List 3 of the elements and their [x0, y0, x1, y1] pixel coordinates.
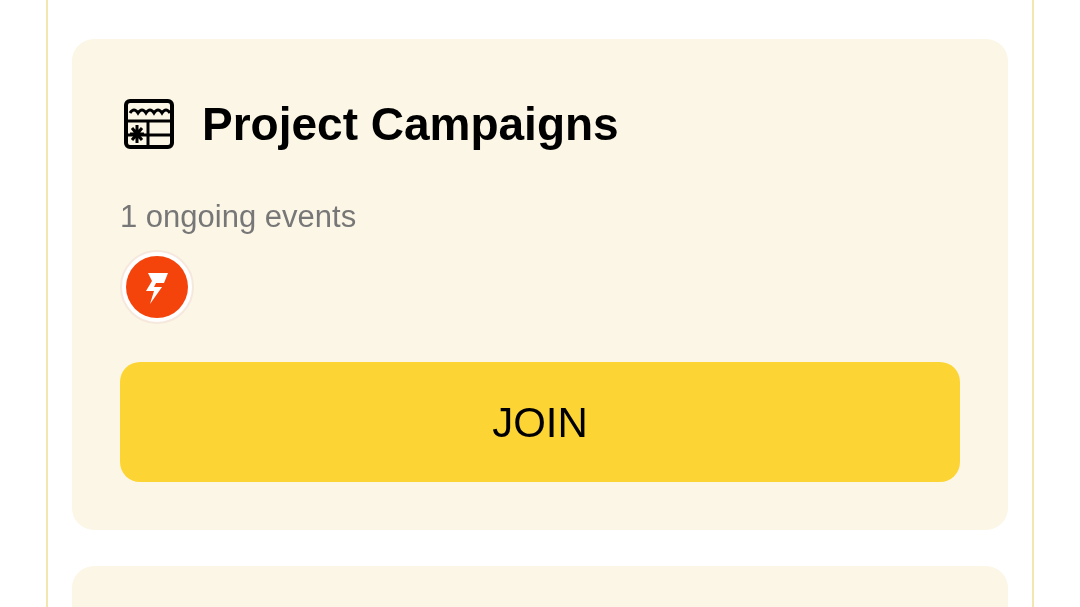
join-button[interactable]: JOIN	[120, 362, 960, 482]
events-count: 1 ongoing events	[120, 201, 358, 232]
campaign-banner-icon	[124, 99, 174, 149]
